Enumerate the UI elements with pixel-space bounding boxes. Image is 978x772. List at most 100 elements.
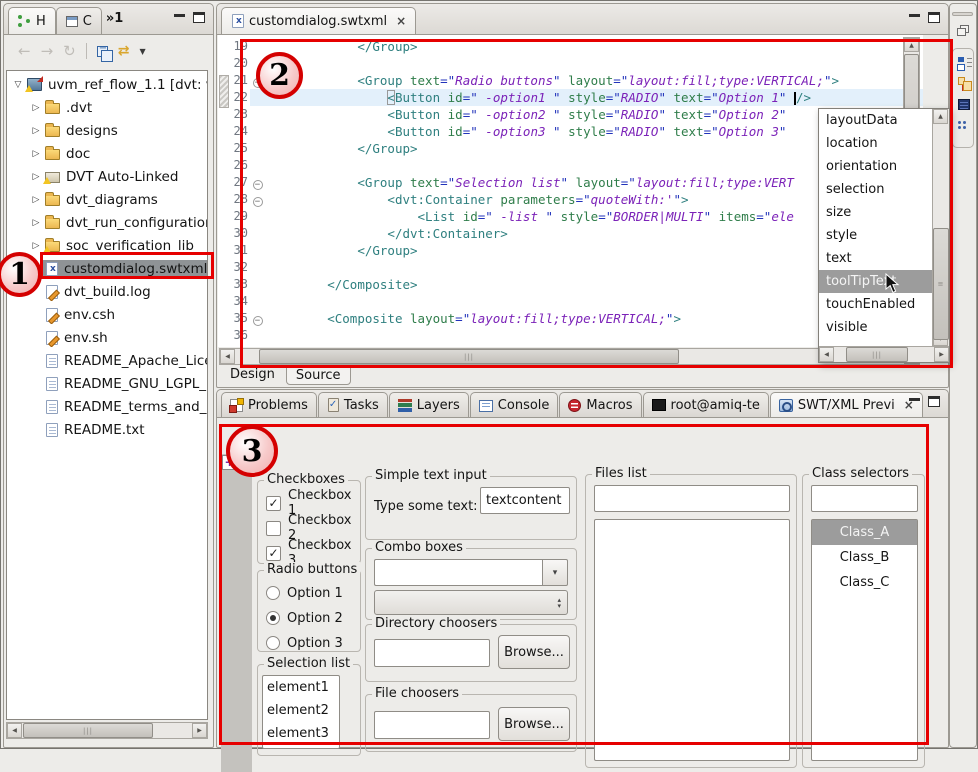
scroll-up-icon[interactable]: ▲ xyxy=(904,38,919,52)
scroll-left-icon[interactable]: ◀ xyxy=(220,349,235,364)
chevron-down-icon[interactable]: ▾ xyxy=(542,559,568,586)
restore-view-icon[interactable] xyxy=(957,28,966,36)
outline-view-icon[interactable] xyxy=(958,57,964,62)
browse-file-button[interactable]: Browse... xyxy=(498,707,570,741)
expand-arrow[interactable]: ▷ xyxy=(29,103,43,113)
completion-item-selection[interactable]: selection xyxy=(819,178,932,201)
tree-item-readme-apache-lice[interactable]: README_Apache_Lice xyxy=(7,349,207,372)
editor-tab-customdialog[interactable]: customdialog.swtxml × xyxy=(221,7,416,34)
tab-root-amiq-te[interactable]: root@amiq-te xyxy=(643,392,769,417)
tab-layers[interactable]: Layers xyxy=(389,392,469,417)
popup-vscrollbar[interactable]: ▲ ≡ ▼ xyxy=(932,109,949,346)
tree-item-env-sh[interactable]: env.sh xyxy=(7,326,207,349)
completion-item-touchenabled[interactable]: touchEnabled xyxy=(819,293,932,316)
scroll-up-icon[interactable]: ▲ xyxy=(933,109,948,124)
directory-field[interactable] xyxy=(374,639,490,667)
tab-hierarchy-view[interactable]: H xyxy=(8,7,56,34)
tab-tasks[interactable]: Tasks xyxy=(318,392,388,417)
tab-macros[interactable]: Macros xyxy=(559,392,641,417)
list-item-element3[interactable]: element3 xyxy=(263,722,339,745)
expand-arrow[interactable]: ▷ xyxy=(29,241,43,251)
class-item-class-c[interactable]: Class_C xyxy=(812,570,917,595)
expand-arrow[interactable]: ▽ xyxy=(11,80,25,90)
minimize-icon[interactable] xyxy=(174,14,185,17)
tab-problems[interactable]: Problems xyxy=(221,392,317,417)
fold-column[interactable]: − xyxy=(250,191,265,208)
scroll-thumb[interactable]: ||| xyxy=(846,347,908,362)
scroll-thumb[interactable]: ≡ xyxy=(933,228,949,340)
completion-item-visible[interactable]: visible xyxy=(819,316,932,339)
tree-item-env-csh[interactable]: env.csh xyxy=(7,303,207,326)
fold-column[interactable]: − xyxy=(250,310,265,327)
tree-item-dvt-run-configuration[interactable]: ▷dvt_run_configuration xyxy=(7,211,207,234)
list-item-element2[interactable]: element2 xyxy=(263,699,339,722)
files-list[interactable] xyxy=(594,519,790,761)
tab-design[interactable]: Design xyxy=(221,366,284,383)
scroll-left-icon[interactable]: ◀ xyxy=(819,347,834,362)
tab-c-view[interactable]: C xyxy=(56,7,102,34)
drag-handle[interactable] xyxy=(952,12,973,16)
collapse-icon[interactable]: − xyxy=(253,197,263,207)
checkbox-checkbox-1[interactable]: ✓Checkbox 1 xyxy=(266,495,360,511)
code-line-21[interactable]: 21− <Group text="Radio buttons" layout="… xyxy=(228,72,923,89)
minimize-icon[interactable] xyxy=(909,398,920,401)
tab-overflow-indicator[interactable]: »1 xyxy=(106,11,123,26)
tree-item-dvt[interactable]: ▷.dvt xyxy=(7,96,207,119)
browse-directory-button[interactable]: Browse... xyxy=(498,635,570,669)
radio-button[interactable] xyxy=(266,636,280,650)
expand-arrow[interactable]: ▷ xyxy=(29,172,43,182)
minimize-icon[interactable] xyxy=(909,14,920,17)
maximize-icon[interactable] xyxy=(928,396,940,407)
completion-item-style[interactable]: style xyxy=(819,224,932,247)
tab-swt-xml-previ[interactable]: SWT/XML Previ× xyxy=(770,392,923,417)
maximize-icon[interactable] xyxy=(928,12,940,23)
scroll-right-icon[interactable]: ▶ xyxy=(934,347,949,362)
completion-item-text[interactable]: text xyxy=(819,247,932,270)
collapse-icon[interactable]: − xyxy=(253,316,263,326)
editor-hscrollbar[interactable]: ◀ ||| ▶ xyxy=(219,348,920,365)
checkbox-box[interactable]: ✓ xyxy=(266,496,281,511)
expand-arrow[interactable]: ▷ xyxy=(29,218,43,228)
link-with-editor-button[interactable]: ⇄ xyxy=(118,43,130,59)
combo-box-1[interactable]: ▾ xyxy=(374,559,568,586)
checkbox-box[interactable] xyxy=(266,521,281,536)
tab-source[interactable]: Source xyxy=(286,366,351,385)
code-line-22[interactable]: 22 <Button id=" -option1 " style="RADIO"… xyxy=(228,89,923,106)
scroll-left-icon[interactable]: ◀ xyxy=(7,723,22,738)
code-line-19[interactable]: 19 </Group> xyxy=(228,38,923,55)
tree-item-doc[interactable]: ▷doc xyxy=(7,142,207,165)
tree-item-readme-txt[interactable]: README.txt xyxy=(7,418,207,441)
radio-option-3[interactable]: Option 3 xyxy=(266,635,360,651)
checkbox-checkbox-2[interactable]: Checkbox 2 xyxy=(266,520,360,536)
fold-column[interactable]: − xyxy=(250,174,265,191)
collapse-icon[interactable]: − xyxy=(253,180,263,190)
collapse-all-button[interactable] xyxy=(97,46,108,57)
tree-item-readme-terms-and[interactable]: README_terms_and_ xyxy=(7,395,207,418)
checkbox-box[interactable]: ✓ xyxy=(266,546,281,561)
forward-button[interactable]: → xyxy=(41,44,54,59)
radio-option-1[interactable]: Option 1 xyxy=(266,585,360,601)
expand-arrow[interactable]: ▷ xyxy=(29,126,43,136)
refresh-button[interactable]: ↻ xyxy=(63,44,76,59)
completion-item-layoutdata[interactable]: layoutData xyxy=(819,109,932,132)
stack-view-icon[interactable] xyxy=(958,99,970,110)
selection-list[interactable]: element1element2element3 xyxy=(262,675,340,749)
completion-item-orientation[interactable]: orientation xyxy=(819,155,932,178)
radio-option-2[interactable]: Option 2 xyxy=(266,610,360,626)
code-line-20[interactable]: 20 xyxy=(228,55,923,72)
combo-box-2[interactable]: ▴▾ xyxy=(374,590,568,615)
tree-item-uvm-ref-flow-1-1-dvt-v[interactable]: ▽uvm_ref_flow_1.1 [dvt: v xyxy=(7,73,207,96)
files-filter-field[interactable] xyxy=(594,485,790,512)
tree-item-dvt-auto-linked[interactable]: ▷DVT Auto-Linked xyxy=(7,165,207,188)
class-item-class-a[interactable]: Class_A xyxy=(812,520,917,545)
close-icon[interactable]: × xyxy=(396,14,406,28)
expand-arrow[interactable]: ▷ xyxy=(29,149,43,159)
checkbox-checkbox-3[interactable]: ✓Checkbox 3 xyxy=(266,545,360,561)
explorer-hscrollbar[interactable]: ◀ ||| ▶ xyxy=(6,722,208,739)
completion-item-tooltiptext[interactable]: toolTipText xyxy=(819,270,932,293)
tree-item-readme-gnu-lgpl[interactable]: README_GNU_LGPL_ xyxy=(7,372,207,395)
radio-button[interactable] xyxy=(266,611,280,625)
tree-item-dvt-diagrams[interactable]: ▷dvt_diagrams xyxy=(7,188,207,211)
scroll-thumb[interactable]: ||| xyxy=(259,349,679,364)
list-item-element1[interactable]: element1 xyxy=(263,676,339,699)
